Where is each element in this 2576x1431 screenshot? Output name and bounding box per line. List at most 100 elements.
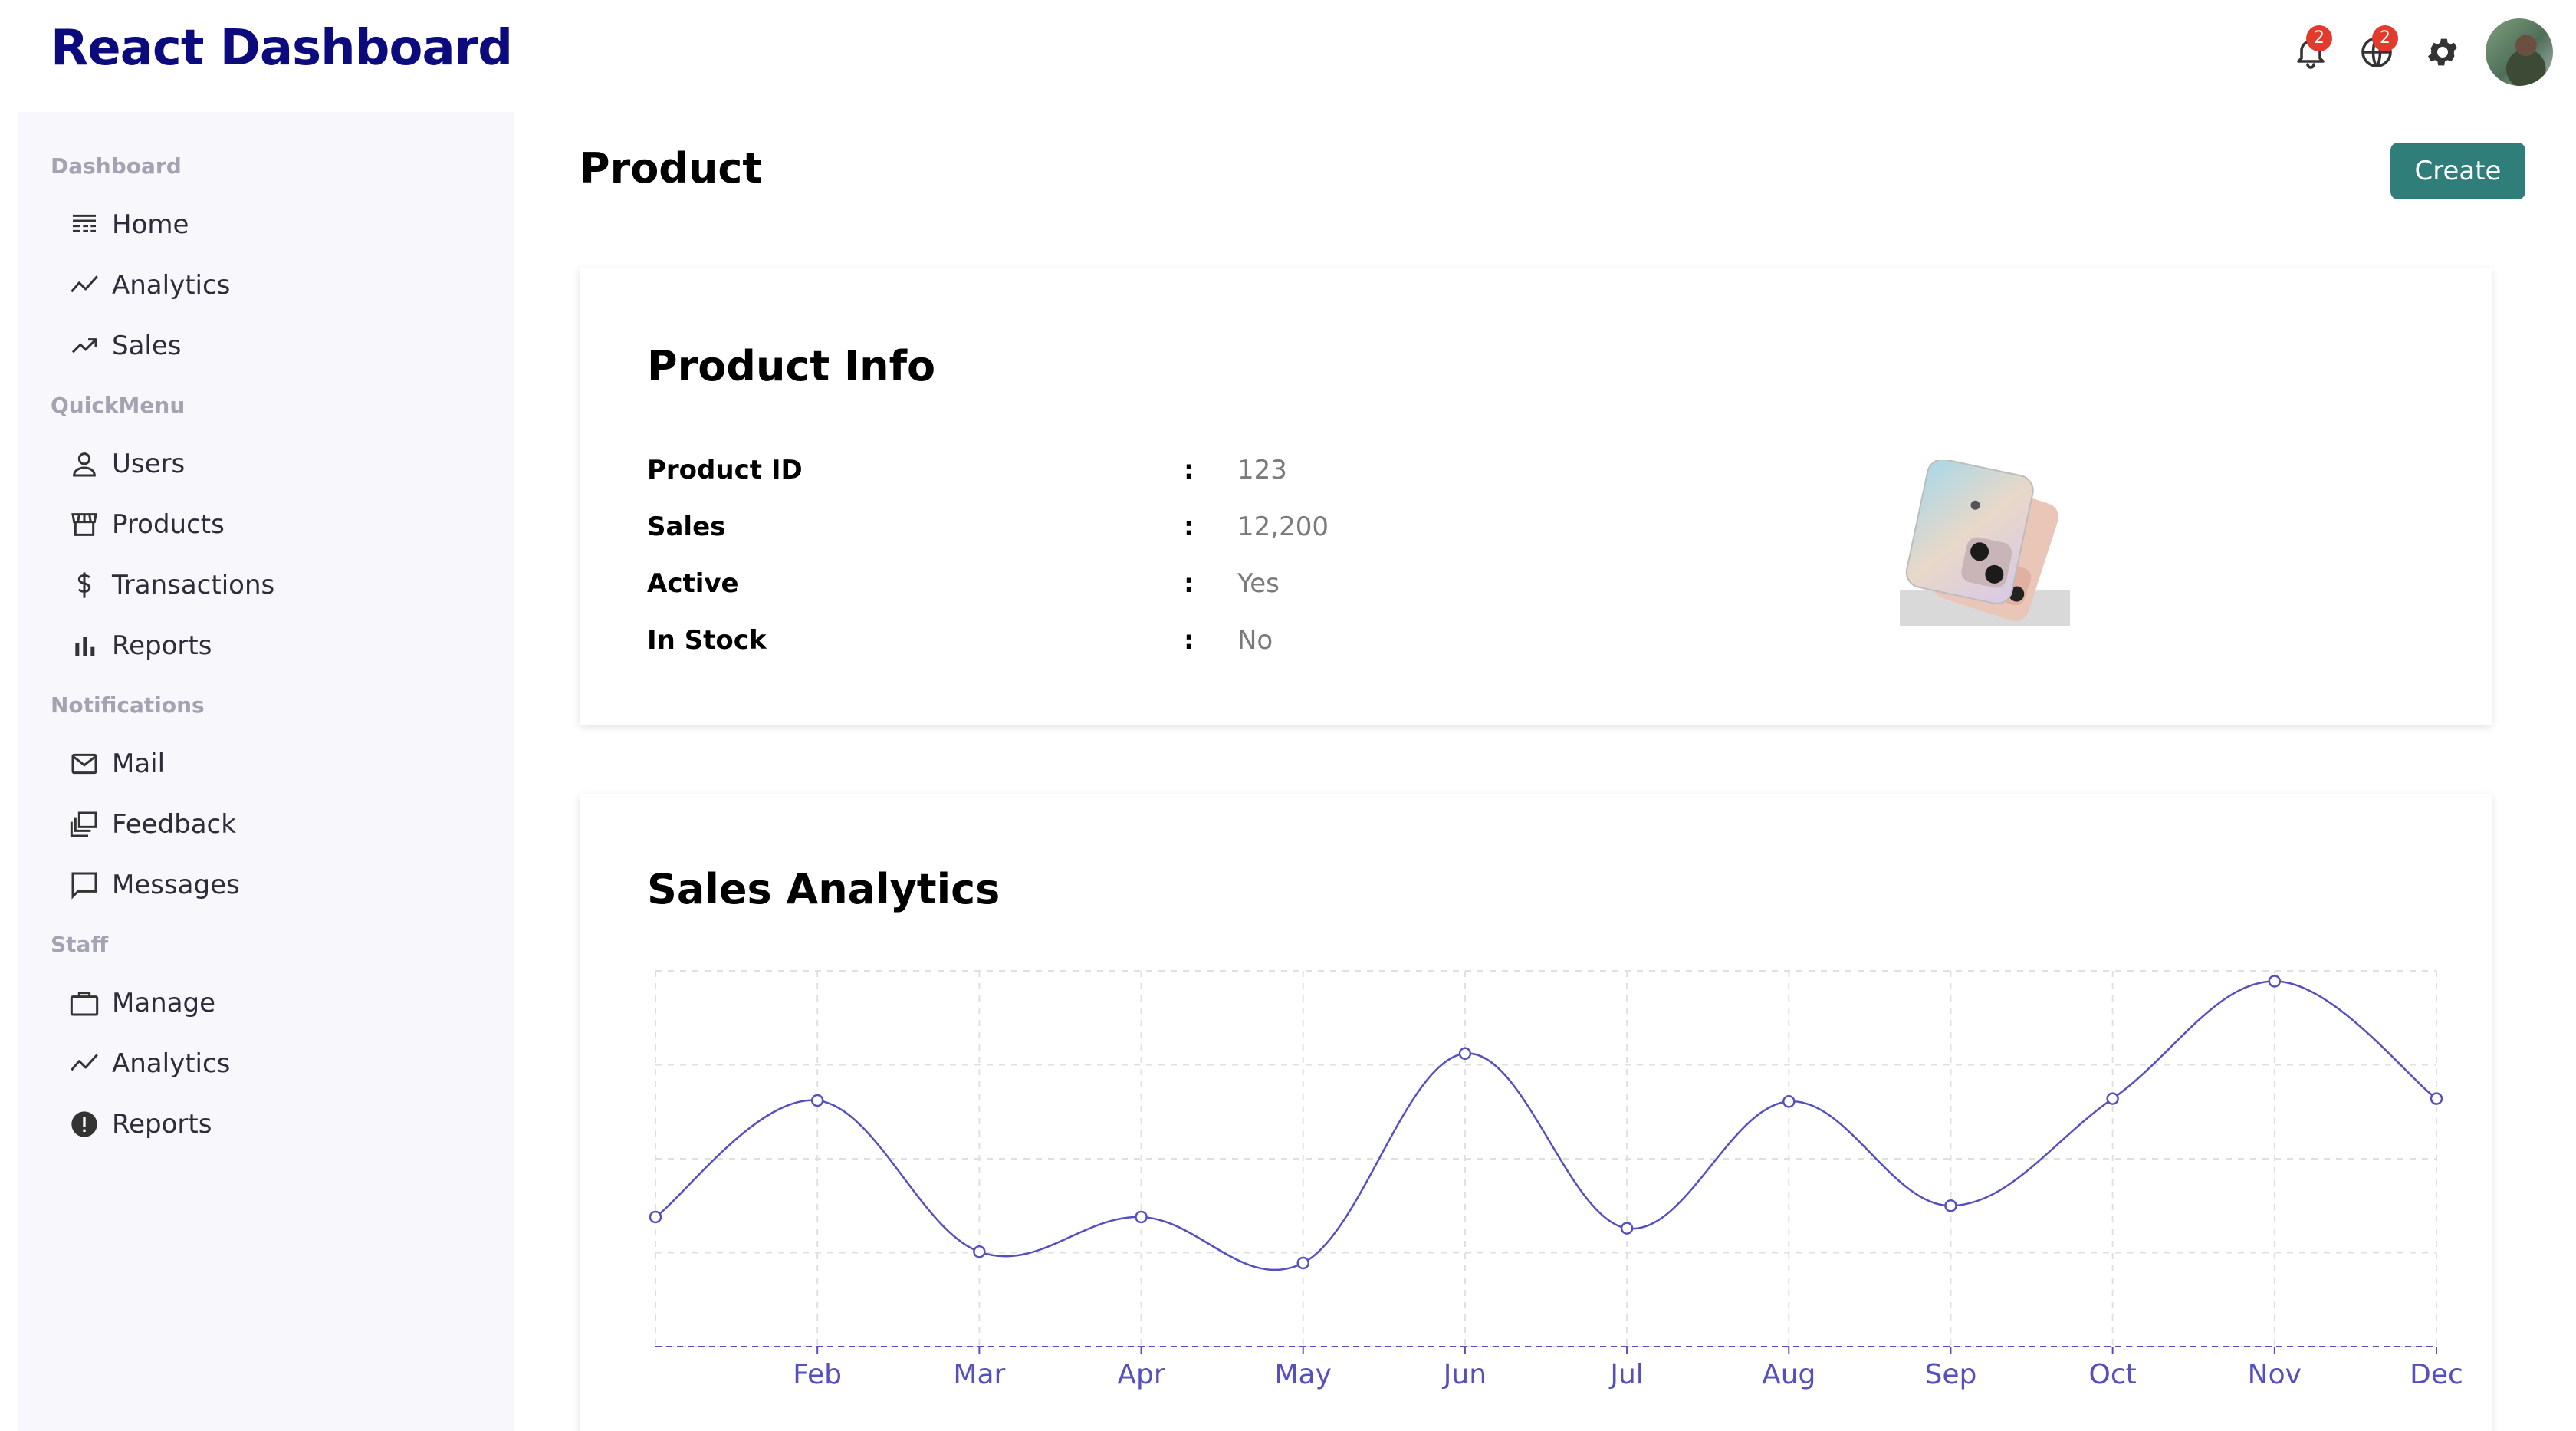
info-colon: : [1184,568,1194,599]
sidebar-item-reports[interactable]: Reports [67,615,514,676]
info-key: Product ID [647,455,803,485]
sidebar-item-products[interactable]: Products [67,494,514,554]
sidebar-item-label: Products [112,508,225,540]
language-badge: 2 [2372,25,2398,51]
sidebar-item-label: Analytics [112,269,231,301]
info-value: No [1237,625,1273,656]
sidebar-item-feedback[interactable]: Feedback [67,794,514,854]
sidebar-item-analytics[interactable]: Analytics [67,255,514,315]
data-point [2106,1092,2119,1105]
sidebar-item-label: Messages [112,869,240,900]
x-tick-label: Aug [1762,1359,1815,1390]
home-icon [67,208,101,242]
data-point [649,1210,662,1224]
x-tick-label: Nov [2248,1359,2302,1390]
timeline-icon [67,1047,101,1081]
product-info-card: Product Info Product ID : 123 Sales : 12… [580,268,2492,725]
data-point [1783,1095,1796,1108]
info-key: In Stock [647,625,767,656]
x-tick-label: Oct [2089,1359,2137,1390]
sidebar-item-transactions[interactable]: Transactions [67,554,514,615]
info-value: 123 [1237,455,1287,485]
info-row-in-stock: In Stock : No [647,612,1273,669]
x-tick-label: Dec [2410,1359,2463,1390]
data-point [2268,975,2282,988]
create-button[interactable]: Create [2390,143,2525,199]
sidebar-item-label: Feedback [112,808,236,840]
data-point [1458,1047,1472,1061]
bar-chart-icon [67,629,101,663]
mail-icon [67,747,101,781]
notifications-button[interactable]: 2 [2288,25,2334,79]
sidebar-item-reports[interactable]: Reports [67,1094,514,1154]
trending-up-icon [67,329,101,363]
x-tick-label: Jul [1608,1359,1643,1390]
sidebar-item-label: Analytics [112,1048,231,1079]
sidebar-item-label: Reports [112,1108,212,1140]
gear-icon [2428,38,2457,66]
sidebar-item-label: Mail [112,748,166,779]
series-line [655,980,2437,1271]
sidebar-item-sales[interactable]: Sales [67,315,514,376]
product-info-title: Product Info [647,342,936,390]
sidebar-section-title: Dashboard [51,153,182,179]
data-point [2430,1092,2443,1105]
app-title: React Dashboard [51,20,513,77]
storefront-icon [67,508,101,541]
sidebar-section-title: QuickMenu [51,393,186,418]
info-value: 12,200 [1237,512,1329,542]
sidebar-item-messages[interactable]: Messages [67,854,514,915]
data-point [1620,1222,1634,1235]
user-avatar[interactable] [2486,18,2553,86]
sidebar: Dashboard Home Analytics Sales QuickMenu User… [18,112,514,1431]
briefcase-icon [67,986,101,1020]
info-row-active: Active : Yes [647,555,1280,612]
data-point [1944,1199,1957,1212]
data-point [1135,1210,1148,1224]
sales-analytics-card: Sales Analytics Feb Mar Apr May Jun Jul Aug Sep… [580,794,2492,1431]
sidebar-item-label: Manage [112,987,216,1018]
data-point [1296,1256,1309,1270]
timeline-icon [67,268,101,302]
info-value: Yes [1237,568,1280,599]
topbar-icons: 2 2 [2268,18,2553,86]
sidebar-item-label: Reports [112,630,212,661]
info-colon: : [1184,625,1194,656]
sidebar-section-title: Staff [51,932,109,957]
sidebar-item-label: Transactions [112,569,275,600]
dollar-icon [67,568,101,602]
sidebar-section-title: Notifications [51,692,205,718]
info-row-sales: Sales : 12,200 [647,498,1329,555]
sidebar-item-label: Sales [112,330,182,361]
info-key: Sales [647,512,726,542]
sidebar-item-users[interactable]: Users [67,433,514,494]
x-tick-label: Feb [793,1359,842,1390]
info-row-product-id: Product ID : 123 [647,442,1287,498]
sidebar-item-label: Users [112,448,186,479]
language-button[interactable]: 2 [2354,25,2400,79]
x-tick-label: Jun [1442,1359,1487,1390]
x-tick-label: Mar [953,1359,1005,1390]
sidebar-item-home[interactable]: Home [67,194,514,255]
x-tick-label: May [1275,1359,1332,1390]
settings-button[interactable] [2420,25,2466,79]
info-key: Active [647,568,739,599]
sidebar-item-mail[interactable]: Mail [67,733,514,794]
data-point [973,1245,986,1258]
x-tick-label: Apr [1117,1359,1165,1390]
page-title: Product [580,144,763,192]
sidebar-item-label: Home [112,209,189,240]
user-icon [67,447,101,481]
sidebar-item-manage[interactable]: Manage [67,972,514,1033]
sales-line-chart: Feb Mar Apr May Jun Jul Aug Sep Oct Nov Dec [649,970,2463,1390]
chat-icon [67,868,101,902]
data-point [810,1094,824,1107]
report-icon [67,1107,101,1141]
info-colon: : [1184,455,1194,485]
notification-badge: 2 [2306,25,2332,51]
x-tick-label: Sep [1925,1359,1977,1390]
product-image [1900,460,2070,626]
info-colon: : [1184,512,1194,542]
feedback-icon [67,808,101,841]
sidebar-item-analytics[interactable]: Analytics [67,1033,514,1094]
